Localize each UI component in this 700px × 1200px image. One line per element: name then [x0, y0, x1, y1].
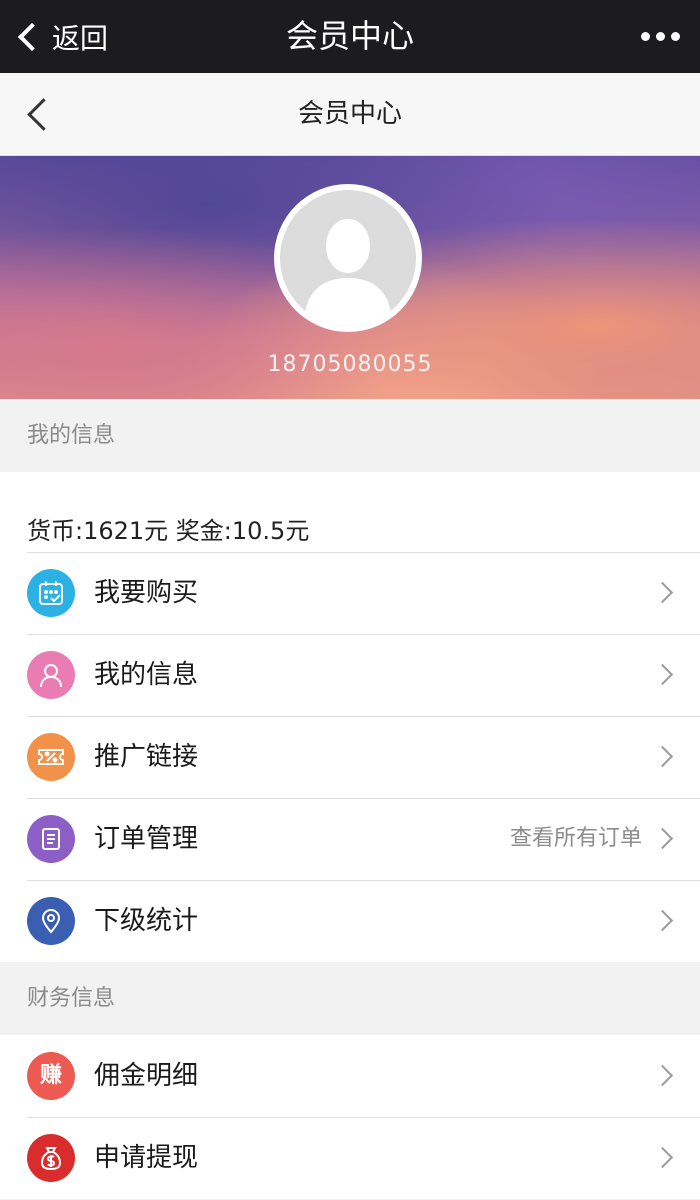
- user-phone-number: 18705080055: [267, 352, 433, 377]
- menu-item-label: 推广链接: [94, 742, 199, 772]
- avatar[interactable]: [274, 184, 422, 332]
- back-arrow-icon: [27, 98, 60, 131]
- menu-item-label: 申请提现: [94, 1143, 199, 1173]
- menu-item-commission-detail[interactable]: 赚 佣金明细: [0, 1035, 700, 1117]
- more-options-icon[interactable]: [641, 0, 680, 73]
- wechat-back-label: 返回: [52, 21, 109, 55]
- view-all-orders-link[interactable]: 查看所有订单: [510, 798, 642, 880]
- chevron-right-icon: [651, 581, 674, 604]
- menu-item-label: 我的信息: [94, 660, 199, 690]
- finance-list: 赚 佣金明细 申请提现: [0, 1035, 700, 1199]
- menu-item-label: 我要购买: [94, 578, 199, 608]
- menu-item-label: 下级统计: [94, 906, 199, 936]
- menu-item-subordinate-stats[interactable]: 下级统计: [0, 880, 700, 962]
- location-pin-icon: [27, 897, 75, 945]
- section-title-my-info: 我的信息: [0, 399, 700, 472]
- back-chevron-icon: [17, 22, 47, 51]
- earn-icon: 赚: [27, 1052, 75, 1100]
- earn-icon-text: 赚: [39, 1063, 62, 1088]
- wechat-back-button[interactable]: 返回: [16, 0, 108, 73]
- chevron-right-icon: [651, 1064, 674, 1087]
- coupon-icon: [27, 733, 75, 781]
- menu-item-withdraw[interactable]: 申请提现: [0, 1117, 700, 1199]
- chevron-right-icon: [651, 745, 674, 768]
- page-title: 会员中心: [297, 99, 402, 129]
- page-header: 会员中心: [0, 73, 700, 156]
- default-avatar-icon: [280, 190, 416, 326]
- balance-text: 货币:1621元 奖金:10.5元: [27, 517, 310, 545]
- document-icon: [27, 815, 75, 863]
- wechat-title-bar: 返回 会员中心: [0, 0, 700, 73]
- chevron-right-icon: [651, 663, 674, 686]
- section-title-finance: 财务信息: [0, 962, 700, 1035]
- user-icon: [27, 651, 75, 699]
- menu-item-label: 佣金明细: [94, 1061, 199, 1091]
- menu-item-order-management[interactable]: 订单管理 查看所有订单: [0, 798, 700, 880]
- profile-banner: 18705080055: [0, 156, 700, 399]
- menu-item-my-info[interactable]: 我的信息: [0, 634, 700, 716]
- my-info-list: 我要购买 我的信息 推广链接 订单管理 查看所有订单 下级统计: [0, 552, 700, 962]
- chevron-right-icon: [651, 827, 674, 850]
- chevron-right-icon: [651, 909, 674, 932]
- menu-item-promo-link[interactable]: 推广链接: [0, 716, 700, 798]
- balance-summary: 货币:1621元 奖金:10.5元: [0, 472, 700, 552]
- page-back-button[interactable]: [22, 97, 60, 131]
- menu-item-label: 订单管理: [94, 824, 199, 854]
- chevron-right-icon: [651, 1146, 674, 1169]
- calendar-icon: [27, 569, 75, 617]
- money-bag-icon: [27, 1134, 75, 1182]
- menu-item-buy[interactable]: 我要购买: [0, 552, 700, 634]
